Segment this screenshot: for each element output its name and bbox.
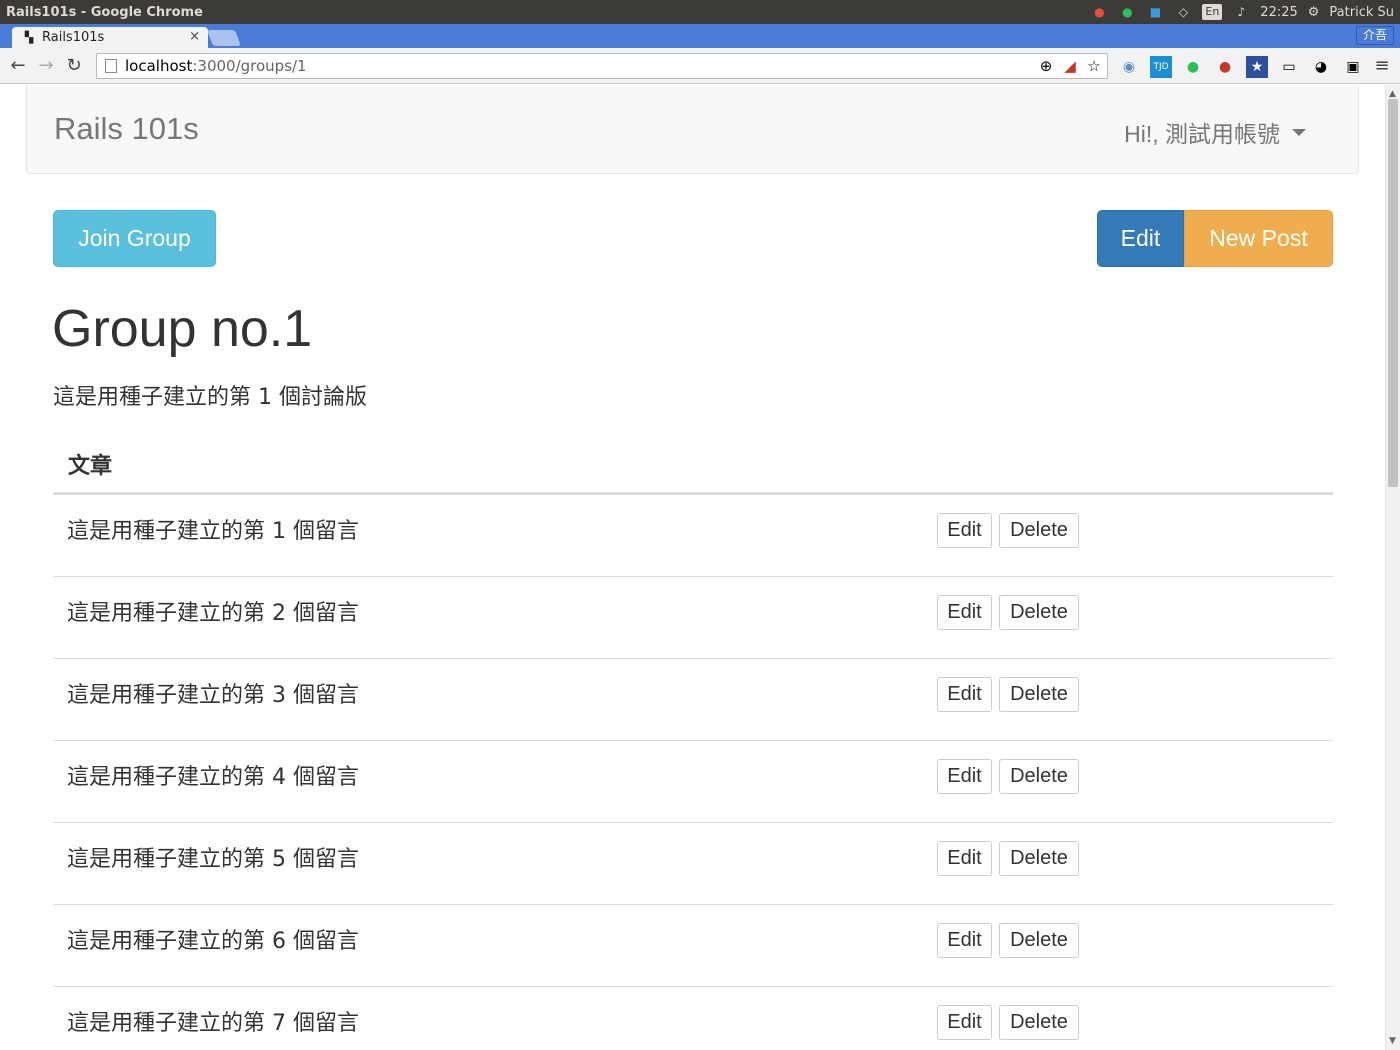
table-row: 這是用種子建立的第 1 個留言 Edit Delete (53, 495, 1333, 577)
evernote-icon[interactable]: ● (1118, 3, 1136, 21)
user-dropdown[interactable]: Hi!, 測試用帳號 (1124, 115, 1306, 149)
menu-icon[interactable]: ≡ (1372, 56, 1392, 76)
chrome-icon[interactable]: ● (1090, 3, 1108, 21)
post-title: 這是用種子建立的第 4 個留言 (67, 765, 359, 790)
forward-arrow-icon[interactable]: → (36, 56, 56, 76)
record-icon[interactable]: ● (1214, 56, 1236, 78)
back-arrow-icon[interactable]: ← (8, 56, 28, 76)
address-bar[interactable]: localhost:3000/groups/1 ⊕ ◢ ☆ (96, 53, 1108, 79)
os-top-panel: Rails101s - Google Chrome ● ● ■ ◇ En ♪ 2… (0, 0, 1400, 24)
table-header: 文章 (53, 435, 1333, 495)
edit-post-button[interactable]: Edit (937, 1005, 992, 1040)
bookmark-star-icon[interactable]: ★ (1246, 56, 1268, 78)
tab-rails101s[interactable]: ▚ Rails101s × (12, 27, 208, 48)
close-icon[interactable]: × (189, 29, 200, 44)
table-row: 這是用種子建立的第 2 個留言 Edit Delete (53, 577, 1333, 659)
post-title: 這是用種子建立的第 1 個留言 (67, 519, 359, 544)
post-title: 這是用種子建立的第 5 個留言 (67, 847, 359, 872)
extension-bar: ◉ TJD ● ● ★ ▭ ◕ ▣ (1118, 56, 1364, 78)
tab-title: Rails101s (42, 30, 105, 45)
post-title: 這是用種子建立的第 3 個留言 (67, 683, 359, 708)
table-row: 這是用種子建立的第 6 個留言 Edit Delete (53, 905, 1333, 987)
page-viewport: Rails 101s Hi!, 測試用帳號 Join Group Edit Ne… (0, 85, 1385, 1050)
post-title: 這是用種子建立的第 7 個留言 (67, 1011, 359, 1036)
edit-group-button[interactable]: Edit (1097, 210, 1184, 267)
post-title: 這是用種子建立的第 6 個留言 (67, 929, 359, 954)
new-tab-button[interactable] (207, 30, 241, 46)
octocat-icon[interactable]: ◕ (1310, 56, 1332, 78)
caret-down-icon (1292, 128, 1306, 136)
page-icon (105, 59, 117, 73)
window-title: Rails101s - Google Chrome (6, 4, 203, 20)
delete-post-button[interactable]: Delete (999, 677, 1079, 712)
cast-icon[interactable]: ▭ (1278, 56, 1300, 78)
table-row: 這是用種子建立的第 4 個留言 Edit Delete (53, 741, 1333, 823)
keyboard-layout-indicator[interactable]: En (1202, 4, 1223, 20)
delete-post-button[interactable]: Delete (999, 513, 1079, 548)
star-icon[interactable]: ☆ (1085, 56, 1103, 76)
extension-icon[interactable]: ◢ (1061, 56, 1079, 76)
user-greeting: Hi!, 測試用帳號 (1124, 121, 1280, 147)
favicon-icon: ▚ (24, 30, 34, 44)
delete-post-button[interactable]: Delete (999, 759, 1079, 794)
reload-icon[interactable]: ↻ (64, 56, 84, 76)
edit-post-button[interactable]: Edit (937, 513, 992, 548)
tab-strip: ▚ Rails101s × 介吾 (0, 24, 1400, 48)
scroll-down-arrow-icon[interactable]: ▼ (1389, 1036, 1396, 1046)
group-description: 這是用種子建立的第 1 個討論版 (53, 385, 367, 410)
edit-post-button[interactable]: Edit (937, 677, 992, 712)
posts-table: 文章 這是用種子建立的第 1 個留言 Edit Delete 這是用種子建立的第… (53, 435, 1333, 1050)
delete-post-button[interactable]: Delete (999, 841, 1079, 876)
new-post-button[interactable]: New Post (1184, 210, 1333, 267)
join-group-button[interactable]: Join Group (53, 210, 216, 267)
table-row: 這是用種子建立的第 7 個留言 Edit Delete (53, 987, 1333, 1050)
edit-post-button[interactable]: Edit (937, 595, 992, 630)
camera-icon[interactable]: ◉ (1118, 56, 1140, 78)
url-host: localhost (125, 57, 193, 75)
tjd-icon[interactable]: TJD (1150, 56, 1172, 78)
url-path: :3000/groups/1 (192, 57, 307, 75)
messenger-icon[interactable]: ■ (1146, 3, 1164, 21)
delete-post-button[interactable]: Delete (999, 923, 1079, 958)
site-navbar: Rails 101s Hi!, 測試用帳號 (26, 85, 1359, 174)
evernote-icon[interactable]: ● (1182, 56, 1204, 78)
profile-button[interactable]: 介吾 (1355, 26, 1394, 45)
wifi-icon[interactable]: ◇ (1174, 3, 1192, 21)
gear-icon[interactable]: ⚙ (1308, 5, 1320, 20)
browser-toolbar: ← → ↻ localhost:3000/groups/1 ⊕ ◢ ☆ ◉ TJ… (0, 48, 1400, 84)
user-name[interactable]: Patrick Su (1329, 5, 1394, 20)
post-title: 這是用種子建立的第 2 個留言 (67, 601, 359, 626)
table-row: 這是用種子建立的第 3 個留言 Edit Delete (53, 659, 1333, 741)
edit-post-button[interactable]: Edit (937, 923, 992, 958)
clipboard-icon[interactable]: ▣ (1342, 56, 1364, 78)
scroll-up-arrow-icon[interactable]: ▲ (1389, 89, 1396, 99)
vertical-scrollbar[interactable]: ▲ ▼ (1385, 85, 1400, 1050)
table-row: 這是用種子建立的第 5 個留言 Edit Delete (53, 823, 1333, 905)
clock[interactable]: 22:25 (1260, 5, 1297, 20)
delete-post-button[interactable]: Delete (999, 595, 1079, 630)
page-title: Group no.1 (52, 300, 313, 358)
scroll-thumb[interactable] (1388, 99, 1398, 487)
volume-icon[interactable]: ♪ (1232, 3, 1250, 21)
system-tray: ● ● ■ ◇ En ♪ 22:25 ⚙ Patrick Su (1090, 0, 1394, 24)
zoom-icon[interactable]: ⊕ (1037, 56, 1055, 76)
edit-post-button[interactable]: Edit (937, 841, 992, 876)
brand-link[interactable]: Rails 101s (54, 111, 199, 147)
edit-post-button[interactable]: Edit (937, 759, 992, 794)
delete-post-button[interactable]: Delete (999, 1005, 1079, 1040)
